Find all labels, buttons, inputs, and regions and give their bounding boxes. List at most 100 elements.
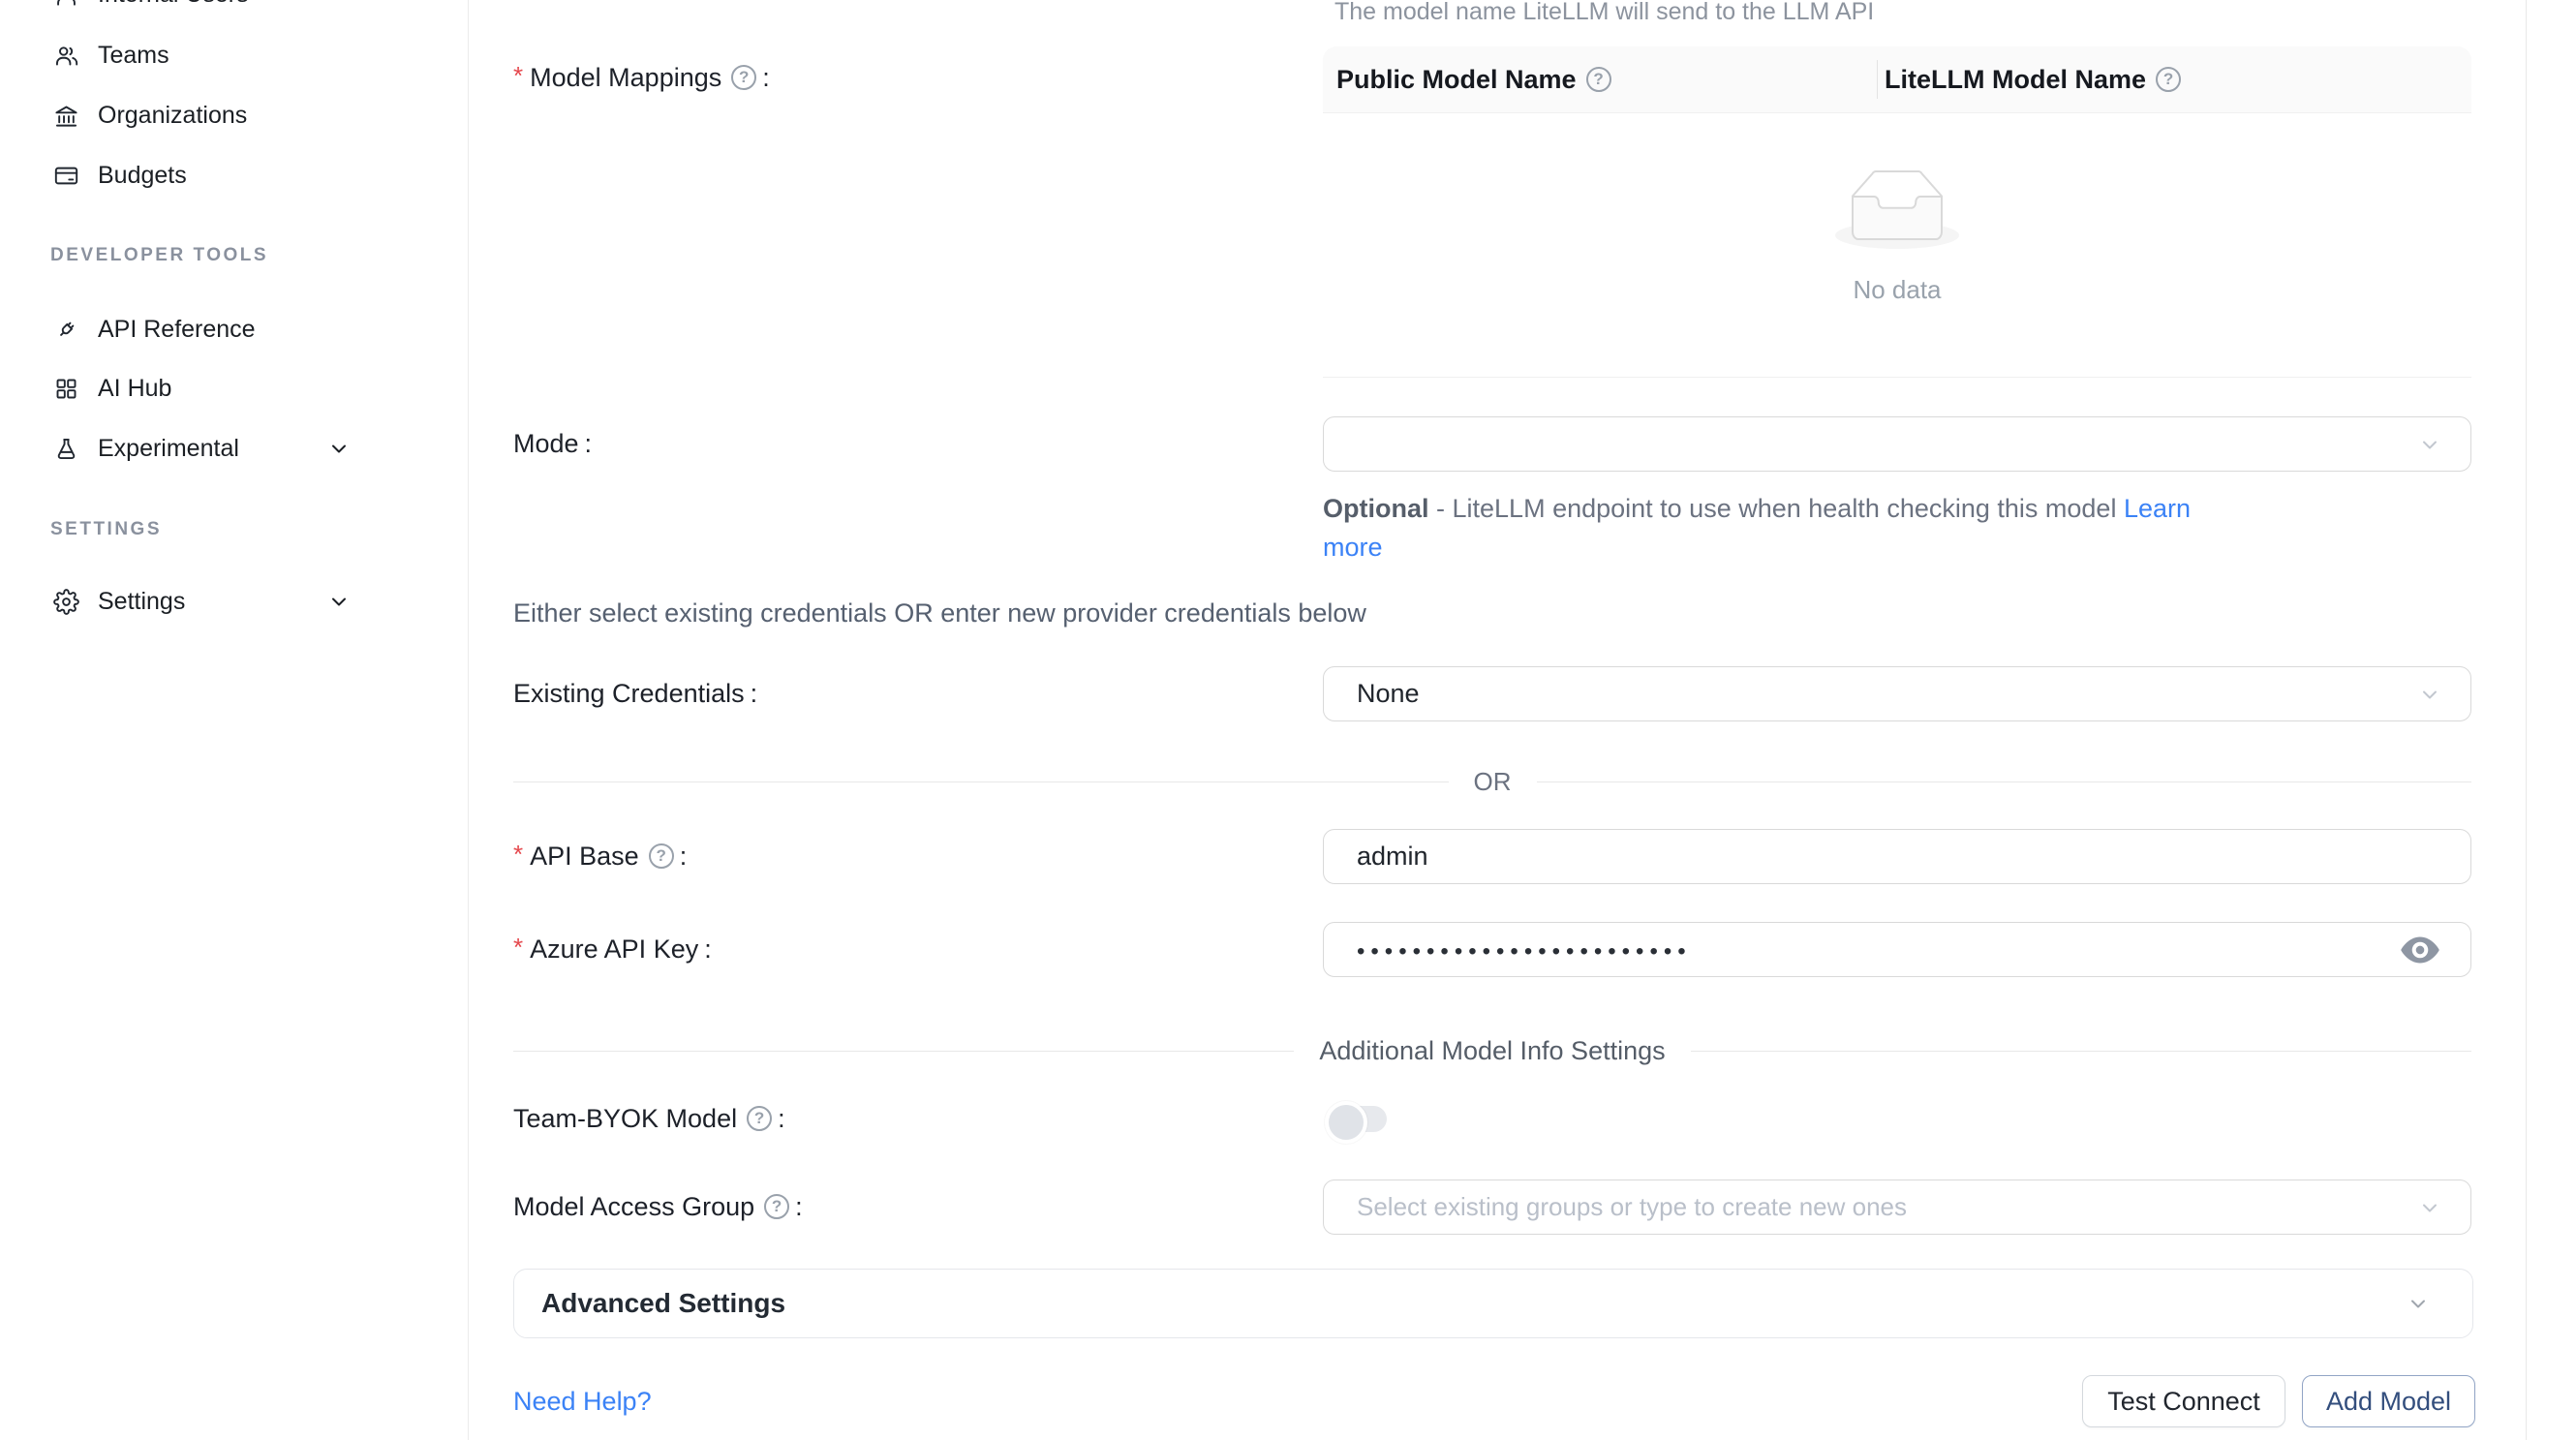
label-text: Mode: [513, 429, 579, 459]
existing-credentials-select[interactable]: None: [1323, 666, 2471, 721]
chevron-down-icon: [2418, 683, 2441, 706]
label-colon: [745, 679, 758, 709]
sidebar-item-label: Settings: [98, 588, 185, 616]
additional-settings-divider-text: Additional Model Info Settings: [1319, 1036, 1665, 1066]
team-byok-label: Team-BYOK Model: [513, 1099, 785, 1138]
advanced-settings-title: Advanced Settings: [541, 1288, 785, 1319]
sidebar-section-settings: SETTINGS: [50, 516, 162, 543]
required-asterisk: [513, 844, 523, 864]
toggle-knob: [1325, 1101, 1367, 1144]
sidebar-item-api-reference[interactable]: API Reference: [0, 299, 468, 359]
help-icon[interactable]: [764, 1194, 789, 1219]
empty-state: No data: [1323, 113, 2471, 305]
table-bottom-divider: [1323, 377, 2471, 378]
help-icon[interactable]: [649, 843, 674, 869]
sidebar-section-developer-tools: DEVELOPER TOOLS: [50, 242, 268, 269]
sidebar: Internal Users Teams Organizations Budge…: [0, 0, 468, 1440]
sidebar-item-budgets[interactable]: Budgets: [0, 145, 468, 205]
mode-label: Mode: [513, 424, 592, 463]
divider-line: [513, 1051, 1294, 1052]
model-access-group-select[interactable]: Select existing groups or type to create…: [1323, 1180, 2471, 1235]
learn-more-link[interactable]: Learn: [2124, 494, 2191, 523]
api-base-input[interactable]: admin: [1323, 829, 2471, 884]
credentials-note: Either select existing credentials OR en…: [513, 598, 1366, 628]
content-right-border: [2526, 0, 2527, 1440]
sidebar-item-label: Teams: [98, 42, 169, 70]
test-connect-button[interactable]: Test Connect: [2082, 1375, 2285, 1427]
label-text: Existing Credentials: [513, 679, 745, 709]
model-access-group-label: Model Access Group: [513, 1187, 803, 1226]
help-icon[interactable]: [1586, 67, 1611, 92]
required-asterisk: [513, 937, 523, 957]
column-litellm-model-name: LiteLLM Model Name: [1863, 65, 2181, 95]
mode-help-text: Optional - LiteLLM endpoint to use when …: [1323, 489, 2191, 567]
azure-api-key-input[interactable]: ••••••••••••••••••••••••: [1323, 922, 2471, 977]
sidebar-item-teams[interactable]: Teams: [0, 25, 468, 85]
column-label: LiteLLM Model Name: [1885, 65, 2146, 95]
help-bold: Optional: [1323, 494, 1429, 523]
user-icon: [53, 0, 79, 8]
chevron-down-icon: [2418, 1196, 2441, 1219]
label-text: Model Mappings: [530, 63, 721, 93]
add-model-button[interactable]: Add Model: [2302, 1375, 2475, 1427]
divider-line: [1691, 1051, 2471, 1052]
table-header: Public Model Name LiteLLM Model Name: [1323, 46, 2471, 113]
column-label: Public Model Name: [1336, 65, 1577, 95]
label-colon: [698, 934, 712, 965]
label-colon: [772, 1104, 785, 1134]
chevron-down-icon: [327, 590, 351, 613]
api-base-label: API Base: [513, 837, 687, 875]
sidebar-item-label: Organizations: [98, 102, 247, 130]
plug-icon: [53, 317, 79, 343]
model-mappings-table: Public Model Name LiteLLM Model Name: [1323, 46, 2471, 305]
sidebar-item-label: Internal Users: [98, 0, 249, 9]
help-icon[interactable]: [2156, 67, 2181, 92]
label-colon: [579, 429, 593, 459]
eye-icon[interactable]: [2399, 933, 2441, 967]
sidebar-item-label: API Reference: [98, 316, 256, 344]
sidebar-item-settings[interactable]: Settings: [0, 571, 468, 631]
model-mappings-label: Model Mappings: [513, 58, 770, 97]
sidebar-item-ai-hub[interactable]: AI Hub: [0, 358, 468, 418]
label-colon: [756, 63, 770, 93]
advanced-settings-panel[interactable]: Advanced Settings: [513, 1269, 2473, 1338]
flask-icon: [53, 436, 79, 462]
help-icon[interactable]: [747, 1106, 772, 1131]
existing-credentials-value: None: [1357, 679, 1420, 709]
label-colon: [789, 1192, 803, 1222]
mode-select[interactable]: [1323, 416, 2471, 472]
sidebar-item-internal-users[interactable]: Internal Users: [0, 0, 468, 24]
masked-password-value: ••••••••••••••••••••••••: [1357, 938, 1692, 965]
sidebar-item-experimental[interactable]: Experimental: [0, 418, 468, 478]
label-text: Team-BYOK Model: [513, 1104, 737, 1134]
label-colon: [674, 842, 688, 872]
sidebar-item-label: Experimental: [98, 435, 239, 463]
credit-card-icon: [53, 163, 79, 189]
empty-box-icon: [1835, 169, 1959, 249]
users-icon: [53, 43, 79, 69]
api-base-value: admin: [1357, 842, 1428, 872]
add-model-form: The model name LiteLLM will send to the …: [469, 0, 2526, 1440]
model-access-group-placeholder: Select existing groups or type to create…: [1357, 1192, 1907, 1222]
divider-line: [513, 781, 1449, 782]
chevron-down-icon: [2418, 433, 2441, 456]
bank-icon: [53, 103, 79, 129]
help-icon[interactable]: [731, 65, 756, 90]
learn-more-link[interactable]: more: [1323, 533, 1383, 562]
sidebar-item-label: Budgets: [98, 162, 187, 190]
team-byok-toggle[interactable]: [1329, 1106, 1387, 1132]
grid-icon: [53, 376, 79, 402]
add-model-page: Internal Users Teams Organizations Budge…: [0, 0, 2576, 1440]
or-divider: OR: [513, 767, 2471, 797]
column-divider: [1877, 60, 1878, 99]
column-public-model-name: Public Model Name: [1323, 65, 1863, 95]
label-text: Model Access Group: [513, 1192, 754, 1222]
azure-api-key-label: Azure API Key: [513, 930, 712, 968]
label-text: Azure API Key: [530, 934, 698, 965]
sidebar-item-organizations[interactable]: Organizations: [0, 85, 468, 145]
divider-line: [1537, 781, 2472, 782]
sidebar-item-label: AI Hub: [98, 375, 171, 403]
additional-settings-divider: Additional Model Info Settings: [513, 1036, 2471, 1066]
no-data-text: No data: [1323, 275, 2471, 305]
need-help-link[interactable]: Need Help?: [513, 1387, 652, 1417]
